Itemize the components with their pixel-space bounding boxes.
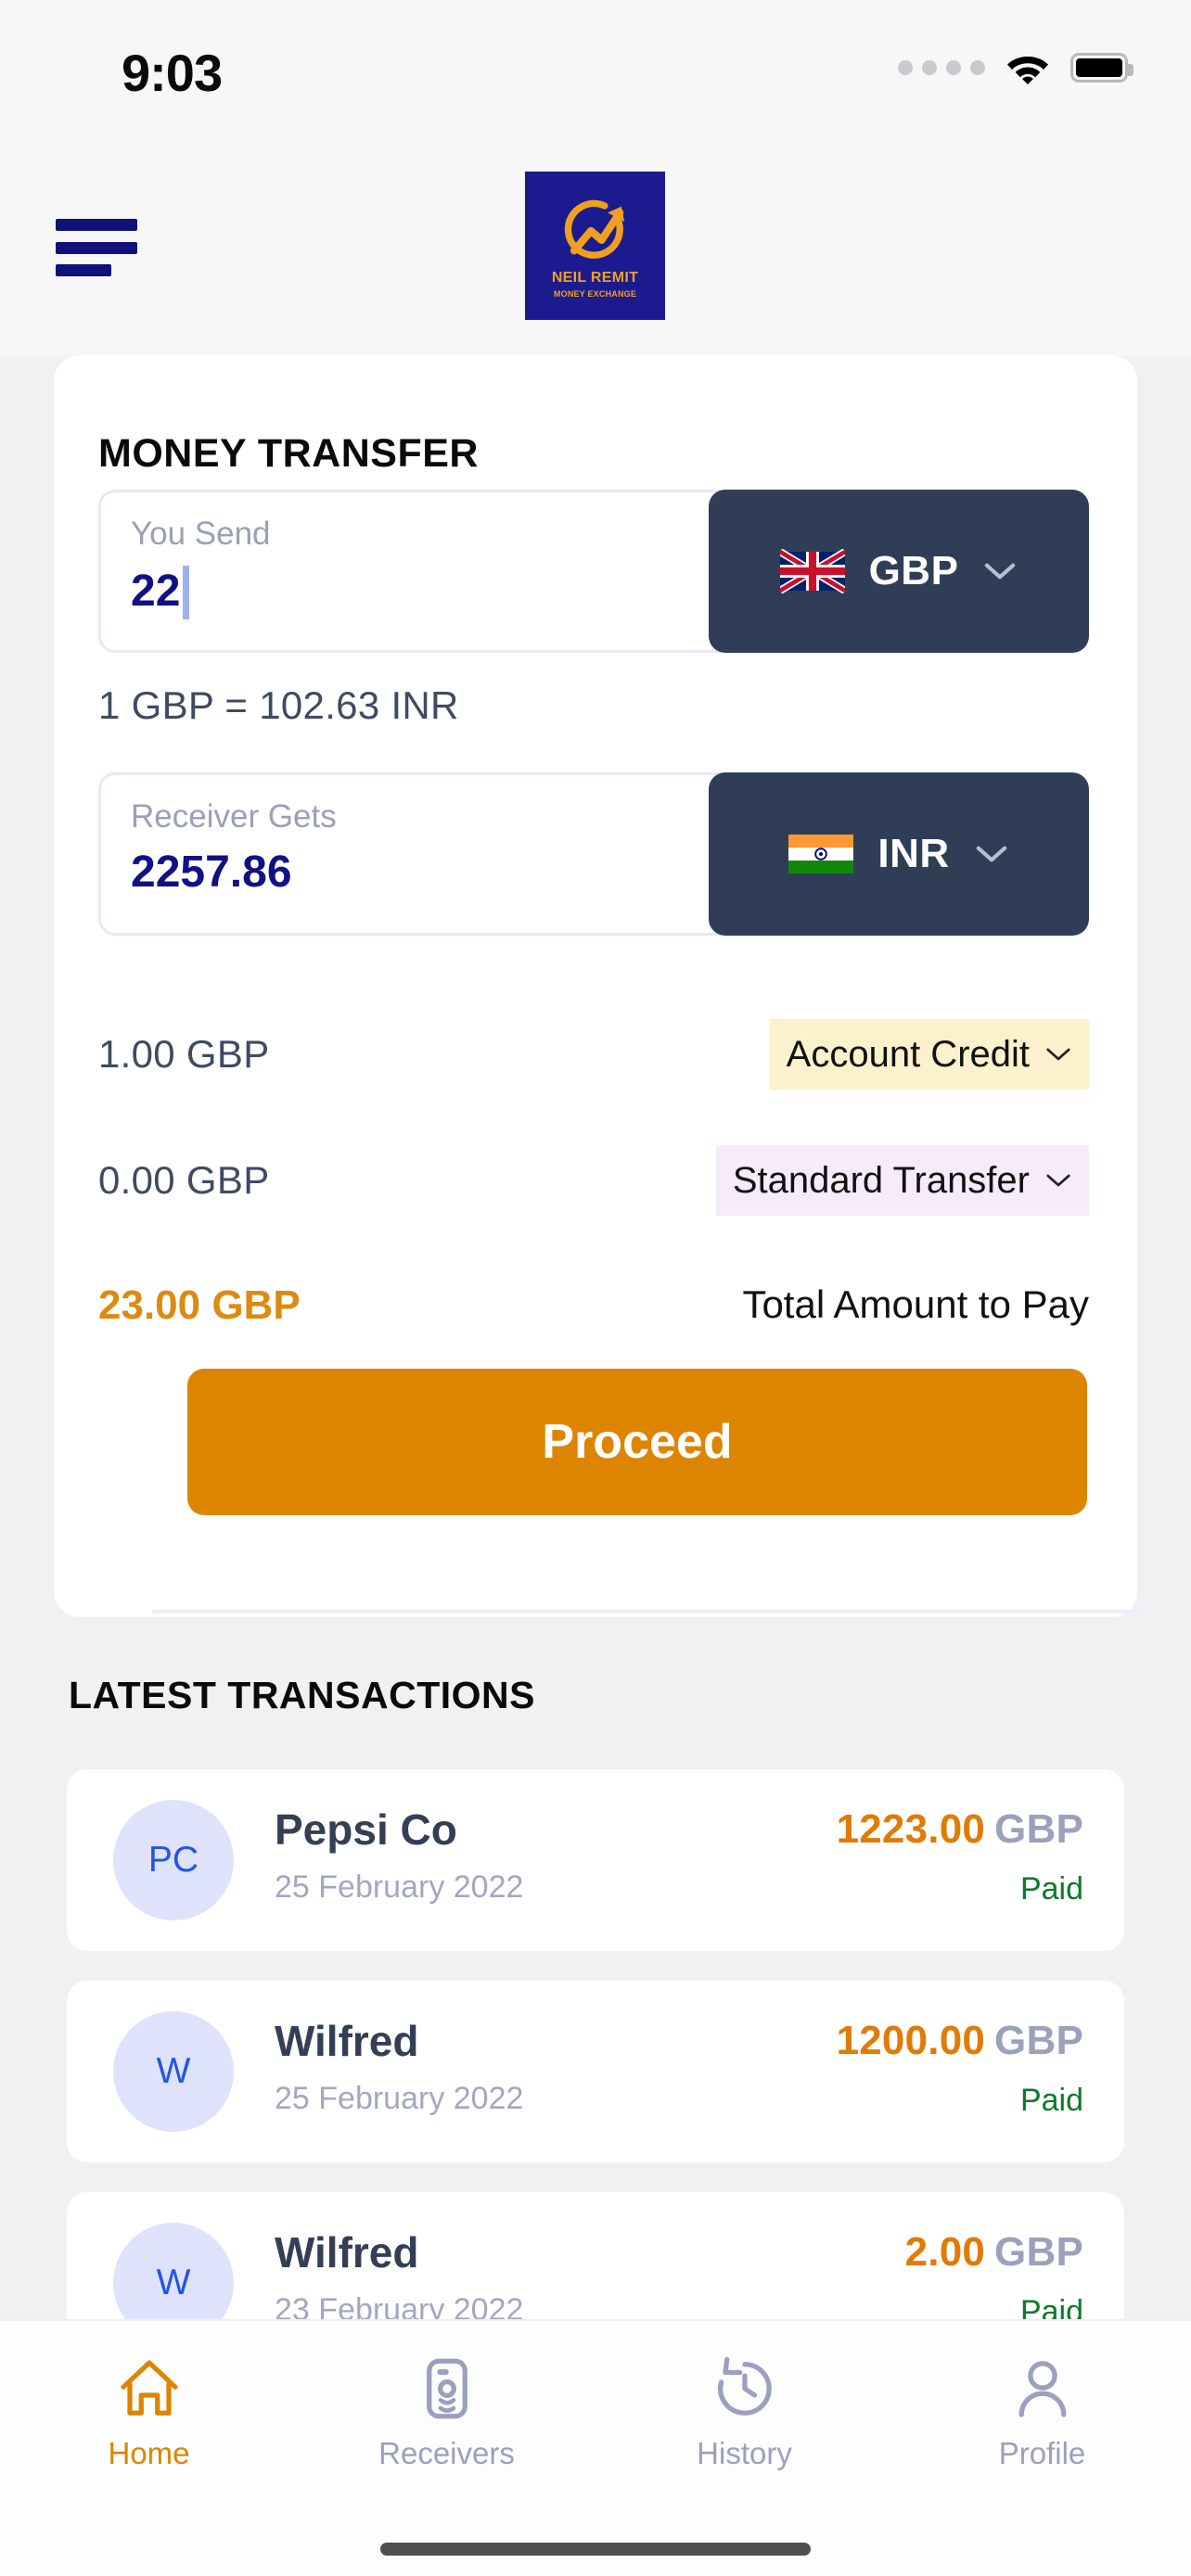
clock-rewind-icon xyxy=(717,2356,772,2416)
bottom-navigation: Home Receivers History Profile xyxy=(0,2319,1191,2576)
chevron-down-icon xyxy=(985,563,1016,580)
transactions-section-title: LATEST TRANSACTIONS xyxy=(69,1674,536,1716)
transfer-speed-selector[interactable]: Standard Transfer xyxy=(715,1145,1089,1216)
transaction-amount: 1200.00 xyxy=(836,2018,986,2063)
chevron-down-icon xyxy=(1046,1174,1070,1187)
send-amount-row: You Send 22 GBP xyxy=(98,490,1089,653)
transaction-name: Wilfred xyxy=(275,2017,419,2065)
tab-label: Home xyxy=(108,2436,190,2470)
total-row: 23.00 GBP Total Amount to Pay xyxy=(98,1282,1089,1340)
transaction-name: Pepsi Co xyxy=(275,1805,457,1854)
status-indicators xyxy=(898,51,1133,84)
transaction-currency: GBP xyxy=(994,1806,1083,1852)
transaction-name: Wilfred xyxy=(275,2228,419,2276)
section-divider xyxy=(152,1610,1145,1613)
send-currency-selector[interactable]: GBP xyxy=(709,490,1089,653)
fee-amount: 0.00 GBP xyxy=(98,1158,270,1202)
receive-amount-label: Receiver Gets xyxy=(131,798,337,835)
hamburger-menu-icon[interactable] xyxy=(56,219,141,276)
app-logo: NEIL REMIT MONEY EXCHANGE xyxy=(525,172,665,320)
contact-card-icon xyxy=(426,2358,467,2419)
transaction-date: 25 February 2022 xyxy=(275,2081,524,2116)
home-icon xyxy=(120,2360,178,2416)
fee-row-transfer-speed: 0.00 GBP Standard Transfer xyxy=(98,1145,1089,1216)
receive-currency-code: INR xyxy=(877,831,950,876)
tab-history[interactable]: History xyxy=(596,2354,893,2503)
uk-flag-icon xyxy=(779,549,845,593)
chart-arrow-circle-icon xyxy=(564,199,624,259)
fee-row-account-credit: 1.00 GBP Account Credit xyxy=(98,1019,1089,1090)
status-badge: Paid xyxy=(1019,1871,1083,1906)
app-screen: 9:03 NEIL REMIT MONEY EXCHANGE MONEY TRA… xyxy=(0,0,1191,2576)
send-amount-value-wrap: 22 xyxy=(131,565,736,619)
payment-method-label: Account Credit xyxy=(786,1033,1030,1075)
transaction-amount: 1223.00 xyxy=(836,1806,986,1852)
send-amount-value: 22 xyxy=(131,567,181,617)
payment-method-selector[interactable]: Account Credit xyxy=(769,1019,1089,1090)
wifi-icon xyxy=(1007,57,1048,84)
proceed-button[interactable]: Proceed xyxy=(187,1369,1087,1515)
page-title: MONEY TRANSFER xyxy=(98,431,479,476)
transaction-amount-line: 2.00 GBP xyxy=(905,2229,1083,2276)
money-transfer-card: MONEY TRANSFER You Send 22 GBP 1 GBP = 1… xyxy=(54,355,1145,1617)
logo-name: NEIL REMIT xyxy=(551,270,639,286)
transaction-amount-line: 1200.00 GBP xyxy=(837,2018,1083,2064)
receive-amount-row: Receiver Gets 2257.86 INR xyxy=(98,772,1089,936)
receive-amount-value: 2257.86 xyxy=(131,847,292,897)
text-cursor xyxy=(183,565,190,619)
chevron-down-icon xyxy=(976,846,1006,862)
fee-amount: 1.00 GBP xyxy=(98,1032,270,1076)
status-bar: 9:03 xyxy=(0,0,1191,137)
person-icon xyxy=(1018,2361,1066,2417)
transaction-row[interactable]: PC Pepsi Co 25 February 2022 1223.00 GBP … xyxy=(67,1769,1124,1951)
tab-receivers[interactable]: Receivers xyxy=(298,2354,596,2503)
transaction-amount-line: 1223.00 GBP xyxy=(837,1806,1083,1853)
transaction-amount: 2.00 xyxy=(904,2229,986,2275)
battery-full-icon xyxy=(1070,53,1133,83)
total-amount: 23.00 GBP xyxy=(98,1282,301,1328)
home-indicator xyxy=(380,2543,811,2556)
send-amount-label: You Send xyxy=(131,516,271,552)
send-amount-input[interactable]: You Send 22 xyxy=(98,490,738,653)
tab-home[interactable]: Home xyxy=(0,2354,298,2503)
status-badge: Paid xyxy=(1019,2083,1083,2118)
india-flag-icon xyxy=(788,835,854,874)
send-currency-code: GBP xyxy=(868,548,959,593)
transaction-row[interactable]: W Wilfred 25 February 2022 1200.00 GBP Pa… xyxy=(67,1981,1124,2162)
tab-label: History xyxy=(697,2436,792,2470)
tab-profile[interactable]: Profile xyxy=(893,2354,1191,2503)
chevron-down-icon xyxy=(1046,1048,1070,1061)
tab-label: Profile xyxy=(998,2436,1086,2470)
avatar: PC xyxy=(113,1800,234,1920)
total-label: Total Amount to Pay xyxy=(742,1282,1089,1326)
transfer-speed-label: Standard Transfer xyxy=(732,1159,1030,1201)
avatar: W xyxy=(113,2011,234,2132)
app-header: NEIL REMIT MONEY EXCHANGE xyxy=(0,137,1191,355)
exchange-rate: 1 GBP = 102.63 INR xyxy=(98,683,459,727)
receive-currency-selector[interactable]: INR xyxy=(709,772,1089,936)
logo-tagline: MONEY EXCHANGE xyxy=(553,289,637,299)
receive-amount-input[interactable]: Receiver Gets 2257.86 xyxy=(98,772,738,936)
transaction-date: 25 February 2022 xyxy=(275,1869,524,1905)
signal-dots-icon xyxy=(898,60,985,75)
transaction-currency: GBP xyxy=(994,2018,1083,2063)
transaction-currency: GBP xyxy=(994,2229,1083,2275)
status-time: 9:03 xyxy=(122,44,223,102)
tab-label: Receivers xyxy=(378,2436,515,2470)
